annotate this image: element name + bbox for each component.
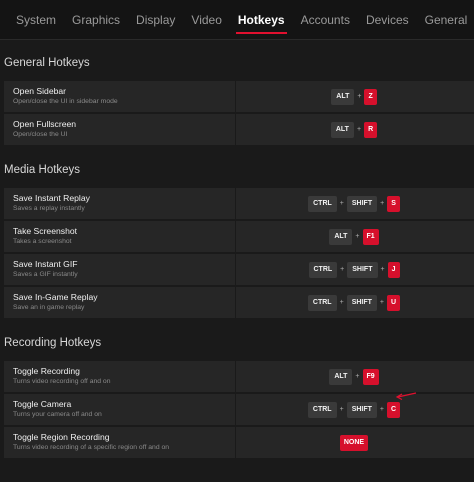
key-alt[interactable]: ALT [330,121,354,138]
plus-separator: + [339,299,344,306]
section-title-media: Media Hotkeys [4,164,81,176]
key-alt[interactable]: ALT [329,368,353,385]
key-alt[interactable]: ALT [329,228,353,245]
tab-accounts[interactable]: Accounts [293,13,358,39]
hotkey-description: Turns your camera off and on [13,411,102,418]
key-r[interactable]: R [364,121,378,138]
tab-devices[interactable]: Devices [358,13,417,39]
key-u[interactable]: U [387,294,401,311]
hotkey-row-toggle-recording: Toggle Recording Turns video recording o… [4,361,474,392]
hotkey-description: Takes a screenshot [13,238,72,245]
tab-video[interactable]: Video [183,13,229,39]
key-s[interactable]: S [387,195,400,212]
hotkey-binding[interactable]: CTRL + SHIFT + U [236,287,474,318]
hotkey-row-save-instant-gif: Save Instant GIF Saves a GIF instantly C… [4,254,474,285]
hotkey-label: Take Screenshot Takes a screenshot [4,221,236,252]
hotkey-row-save-instant-replay: Save Instant Replay Saves a replay insta… [4,188,474,219]
hotkey-name: Take Screenshot [13,226,78,236]
key-none[interactable]: NONE [339,434,369,451]
plus-separator: + [379,299,385,306]
hotkey-binding[interactable]: CTRL + SHIFT + C [236,394,474,425]
settings-tab-bar: System Graphics Display Video Hotkeys Ac… [0,0,474,40]
tab-graphics[interactable]: Graphics [64,13,128,39]
hotkey-row-save-in-game-replay: Save In-Game Replay Save an in game repl… [4,287,474,318]
plus-separator: + [380,200,385,207]
section-title-recording: Recording Hotkeys [4,337,102,349]
recording-hotkeys-list: Toggle Recording Turns video recording o… [4,361,474,458]
hotkey-binding[interactable]: CTRL + SHIFT + J [236,254,474,285]
hotkey-label: Toggle Recording Turns video recording o… [4,361,236,392]
hotkey-row-open-sidebar: Open Sidebar Open/close the UI in sideba… [4,81,474,112]
red-arrow-icon [395,392,417,401]
hotkey-label: Save In-Game Replay Save an in game repl… [4,287,236,318]
plus-separator: + [339,406,344,413]
key-z[interactable]: Z [364,88,377,105]
hotkey-name: Toggle Region Recording [13,432,110,442]
hotkey-binding[interactable]: ALT + F1 [236,221,474,252]
plus-separator: + [339,200,344,207]
hotkey-description: Open/close the UI [13,131,68,138]
hotkey-label: Toggle Camera Turns your camera off and … [4,394,236,425]
tab-hotkeys[interactable]: Hotkeys [230,13,293,39]
hotkey-binding[interactable]: CTRL + SHIFT + S [236,188,474,219]
hotkey-description: Turns video recording off and on [13,378,111,385]
tab-general[interactable]: General [417,13,474,39]
tab-display[interactable]: Display [128,13,183,39]
hotkey-label: Open Sidebar Open/close the UI in sideba… [4,81,236,112]
hotkey-name: Open Fullscreen [13,119,77,129]
hotkey-label: Open Fullscreen Open/close the UI [4,114,236,145]
plus-separator: + [379,406,385,413]
key-shift[interactable]: SHIFT [346,195,378,212]
plus-separator: + [380,266,385,273]
hotkey-name: Save Instant GIF [13,259,78,269]
hotkey-description: Saves a GIF instantly [13,271,78,278]
media-hotkeys-list: Save Instant Replay Saves a replay insta… [4,188,474,318]
key-alt[interactable]: ALT [331,88,355,105]
plus-separator: + [340,266,345,273]
key-shift[interactable]: SHIFT [347,261,378,278]
hotkey-binding[interactable]: NONE [236,427,474,458]
hotkey-name: Save Instant Replay [13,193,90,203]
key-c[interactable]: C [387,401,401,418]
hotkey-description: Saves a replay instantly [13,205,85,212]
plus-separator: + [355,233,360,240]
key-ctrl[interactable]: CTRL [307,294,337,311]
key-ctrl[interactable]: CTRL [308,195,337,212]
hotkey-binding[interactable]: ALT + R [236,114,474,145]
hotkey-name: Save In-Game Replay [13,292,98,302]
general-hotkeys-list: Open Sidebar Open/close the UI in sideba… [4,81,474,145]
key-shift[interactable]: SHIFT [346,294,377,311]
hotkey-name: Toggle Camera [13,399,72,409]
hotkey-name: Open Sidebar [13,86,67,96]
key-f1[interactable]: F1 [362,228,379,245]
hotkey-label: Save Instant GIF Saves a GIF instantly [4,254,236,285]
plus-separator: + [356,126,362,133]
key-j[interactable]: J [387,261,400,278]
key-ctrl[interactable]: CTRL [308,261,338,278]
hotkey-row-take-screenshot: Take Screenshot Takes a screenshot ALT +… [4,221,474,252]
key-shift[interactable]: SHIFT [346,401,377,418]
hotkey-label: Toggle Region Recording Turns video reco… [4,427,236,458]
hotkey-row-open-fullscreen: Open Fullscreen Open/close the UI ALT + … [4,114,474,145]
tab-system[interactable]: System [8,13,64,39]
hotkey-name: Toggle Recording [13,366,80,376]
hotkey-binding[interactable]: ALT + F9 [236,361,474,392]
key-ctrl[interactable]: CTRL [307,401,337,418]
hotkey-row-toggle-region-recording: Toggle Region Recording Turns video reco… [4,427,474,458]
plus-separator: + [357,93,362,100]
hotkey-description: Open/close the UI in sidebar mode [13,98,118,105]
hotkey-binding[interactable]: ALT + Z [236,81,474,112]
hotkey-description: Save an in game replay [13,304,85,311]
key-f9[interactable]: F9 [362,368,379,385]
hotkey-label: Save Instant Replay Saves a replay insta… [4,188,236,219]
hotkey-description: Turns video recording of a specific regi… [13,444,170,451]
plus-separator: + [355,373,360,380]
section-title-general: General Hotkeys [4,57,90,69]
